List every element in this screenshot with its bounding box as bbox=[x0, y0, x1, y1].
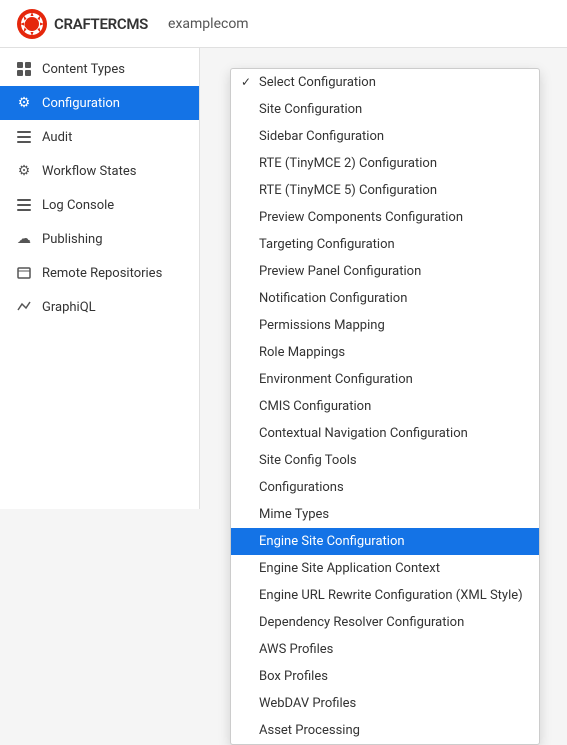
logo-text: CRAFTERCMS bbox=[54, 15, 148, 33]
dropdown-item-site-config-tools[interactable]: Site Config Tools bbox=[231, 447, 539, 474]
sidebar-item-publishing[interactable]: ☁ Publishing bbox=[0, 222, 199, 256]
dropdown-item-dependency-resolver[interactable]: Dependency Resolver Configuration bbox=[231, 609, 539, 636]
dropdown-item-rte-tinymce5[interactable]: RTE (TinyMCE 5) Configuration bbox=[231, 177, 539, 204]
sidebar-item-content-types[interactable]: Content Types bbox=[0, 52, 199, 86]
dropdown-item-mime-types[interactable]: Mime Types bbox=[231, 501, 539, 528]
dropdown-item-preview-panel[interactable]: Preview Panel Configuration bbox=[231, 258, 539, 285]
dropdown-item-targeting[interactable]: Targeting Configuration bbox=[231, 231, 539, 258]
dropdown-item-rte-tinymce2[interactable]: RTE (TinyMCE 2) Configuration bbox=[231, 150, 539, 177]
sidebar-item-log-console[interactable]: Log Console bbox=[0, 188, 199, 222]
sidebar-item-workflow-states[interactable]: ⚙ Workflow States bbox=[0, 154, 199, 188]
workflow-icon: ⚙ bbox=[16, 163, 32, 179]
sidebar-item-remote-repositories[interactable]: Remote Repositories bbox=[0, 256, 199, 290]
sidebar-item-configuration[interactable]: ⚙ Configuration bbox=[0, 86, 199, 120]
logo: C CRAFTERCMS bbox=[16, 8, 148, 40]
dropdown-item-sidebar-configuration[interactable]: Sidebar Configuration bbox=[231, 123, 539, 150]
sidebar-label-graphiql: GraphiQL bbox=[42, 300, 96, 315]
grid-icon bbox=[16, 61, 32, 77]
sidebar-label-audit: Audit bbox=[42, 130, 72, 145]
sidebar-label-remote-repositories: Remote Repositories bbox=[42, 266, 162, 281]
cloud-icon: ☁ bbox=[16, 231, 32, 247]
dropdown-item-environment[interactable]: Environment Configuration bbox=[231, 366, 539, 393]
sidebar-label-log-console: Log Console bbox=[42, 198, 114, 213]
site-name: examplecom bbox=[168, 16, 249, 32]
dropdown-item-configurations[interactable]: Configurations bbox=[231, 474, 539, 501]
dropdown-item-notification[interactable]: Notification Configuration bbox=[231, 285, 539, 312]
list-icon bbox=[16, 129, 32, 145]
main-content: Select ConfigurationSite ConfigurationSi… bbox=[200, 48, 567, 509]
gear-icon: ⚙ bbox=[16, 95, 32, 111]
dropdown-item-role-mappings[interactable]: Role Mappings bbox=[231, 339, 539, 366]
dropdown-item-box-profiles[interactable]: Box Profiles bbox=[231, 663, 539, 690]
console-icon bbox=[16, 197, 32, 213]
sidebar-label-workflow-states: Workflow States bbox=[42, 164, 136, 179]
sidebar-item-audit[interactable]: Audit bbox=[0, 120, 199, 154]
dropdown-item-engine-url-rewrite[interactable]: Engine URL Rewrite Configuration (XML St… bbox=[231, 582, 539, 609]
crafter-cms-logo: C bbox=[16, 8, 48, 40]
repo-icon bbox=[16, 265, 32, 281]
configuration-dropdown: Select ConfigurationSite ConfigurationSi… bbox=[230, 68, 540, 745]
dropdown-item-webdav-profiles[interactable]: WebDAV Profiles bbox=[231, 690, 539, 717]
dropdown-item-cmis[interactable]: CMIS Configuration bbox=[231, 393, 539, 420]
dropdown-item-select-configuration[interactable]: Select Configuration bbox=[231, 69, 539, 96]
sidebar-label-content-types: Content Types bbox=[42, 62, 125, 77]
graphiql-icon bbox=[16, 299, 32, 315]
dropdown-item-engine-site-app-context[interactable]: Engine Site Application Context bbox=[231, 555, 539, 582]
sidebar-item-graphiql[interactable]: GraphiQL bbox=[0, 290, 199, 324]
dropdown-item-contextual-nav[interactable]: Contextual Navigation Configuration bbox=[231, 420, 539, 447]
dropdown-item-aws-profiles[interactable]: AWS Profiles bbox=[231, 636, 539, 663]
dropdown-item-preview-components[interactable]: Preview Components Configuration bbox=[231, 204, 539, 231]
svg-text:C: C bbox=[24, 20, 31, 31]
sidebar-label-configuration: Configuration bbox=[42, 96, 120, 111]
dropdown-item-asset-processing[interactable]: Asset Processing bbox=[231, 717, 539, 744]
main-layout: Content Types ⚙ Configuration Audit ⚙ Wo… bbox=[0, 48, 567, 509]
dropdown-item-engine-site-config[interactable]: Engine Site Configuration bbox=[231, 528, 539, 555]
sidebar: Content Types ⚙ Configuration Audit ⚙ Wo… bbox=[0, 48, 200, 509]
dropdown-item-permissions-mapping[interactable]: Permissions Mapping bbox=[231, 312, 539, 339]
sidebar-label-publishing: Publishing bbox=[42, 232, 103, 247]
header: C CRAFTERCMS examplecom bbox=[0, 0, 567, 48]
dropdown-item-site-configuration[interactable]: Site Configuration bbox=[231, 96, 539, 123]
